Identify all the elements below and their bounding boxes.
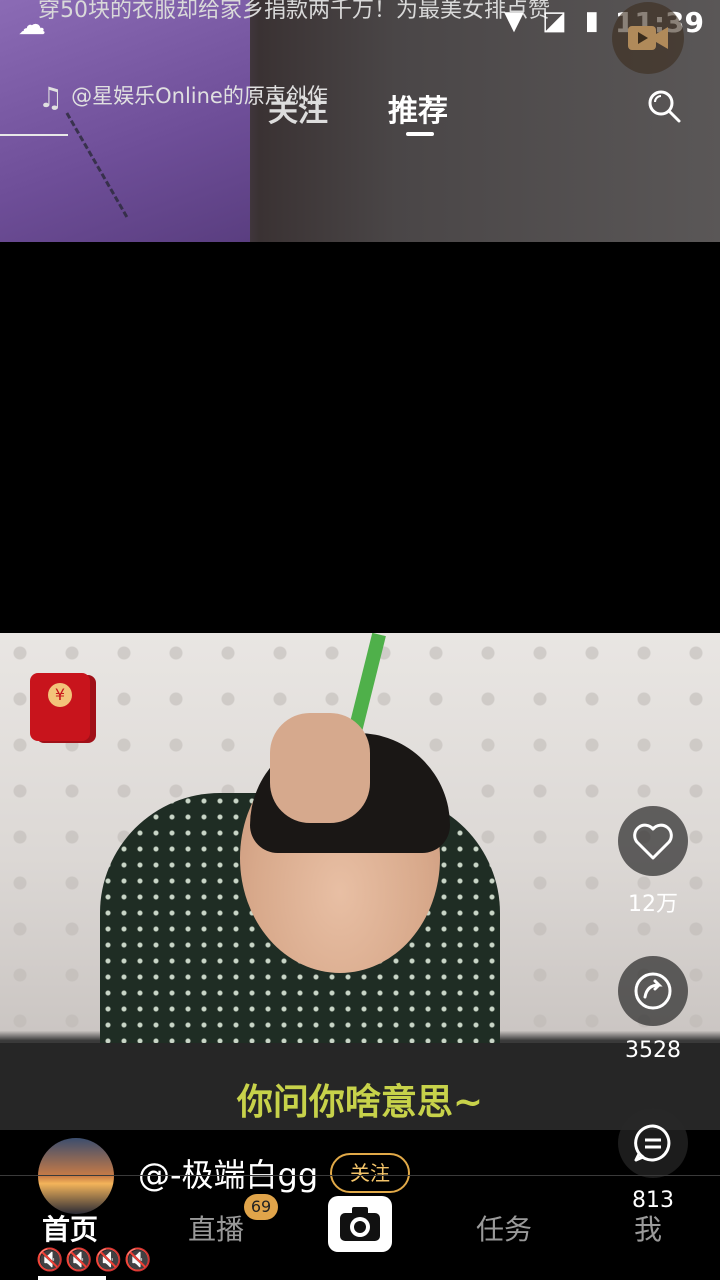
like-count: 12万 (628, 892, 678, 917)
yuan-icon: ¥ (48, 683, 72, 707)
camera-button[interactable] (328, 1196, 392, 1252)
tab-active-indicator (406, 132, 434, 136)
camera-icon (340, 1207, 380, 1241)
mute-icons: 🔇🔇🔇🔇 (36, 1248, 154, 1273)
share-count: 3528 (625, 1038, 681, 1063)
mute-icon: 🔇 (94, 1248, 125, 1273)
wifi-icon: ▼ (504, 6, 542, 36)
progress-line (0, 134, 68, 136)
share-icon (634, 972, 672, 1010)
heart-icon (633, 823, 673, 860)
share-button[interactable] (618, 956, 688, 1026)
music-note-icon: ♫ (38, 81, 64, 114)
author-username[interactable]: @-极端白gg (138, 1150, 318, 1196)
nav-live[interactable]: 直播 (188, 1208, 244, 1248)
red-packet-icon[interactable]: ¥ (30, 673, 90, 741)
status-icons: ▼◪▮ (504, 6, 617, 36)
comment-button[interactable] (618, 1108, 688, 1178)
video-camera-icon (628, 26, 668, 50)
live-badge: 69 (244, 1194, 278, 1220)
nav-home-indicator (38, 1276, 106, 1280)
nav-tasks[interactable]: 任务 (476, 1208, 532, 1248)
video-subtitle: 你问你啥意思~ (236, 1082, 484, 1123)
no-sim-icon: ◪ (542, 6, 585, 36)
camera-float-button[interactable] (612, 2, 684, 74)
mute-icon: 🔇 (36, 1248, 66, 1273)
mute-icon: 🔇 (124, 1248, 154, 1273)
comment-icon (634, 1124, 671, 1162)
search-icon[interactable] (646, 88, 682, 124)
like-button[interactable] (618, 806, 688, 876)
mute-icon: 🔇 (65, 1248, 95, 1273)
tab-recommend[interactable]: 推荐 (388, 86, 448, 130)
tab-follow[interactable]: 关注 (268, 86, 328, 130)
nav-divider (0, 1175, 720, 1176)
author-avatar[interactable] (38, 1138, 114, 1214)
nav-home[interactable]: 首页 (42, 1208, 98, 1248)
cloud-icon: ☁ (18, 8, 46, 41)
child-hand (270, 713, 370, 823)
follow-button[interactable]: 关注 (330, 1153, 410, 1193)
nav-me[interactable]: 我 (634, 1208, 662, 1248)
